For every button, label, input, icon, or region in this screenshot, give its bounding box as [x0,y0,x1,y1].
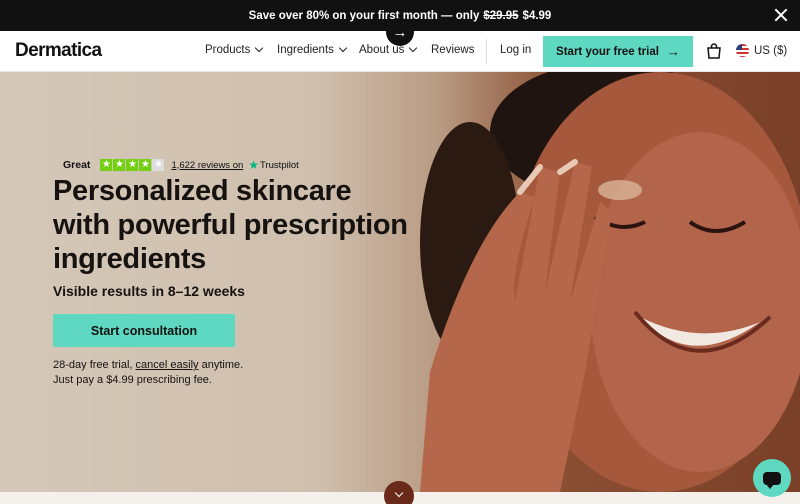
hero-section: Great ★ ★ ★ ★ ★ 1,622 reviews on ★ Trust… [0,72,800,492]
scroll-down-button[interactable] [384,481,414,504]
hero-portrait-image [420,72,800,492]
trial-fine-print: 28-day free trial, cancel easily anytime… [53,358,243,388]
chevron-down-icon [255,43,264,53]
nav-label: Ingredients [277,44,334,56]
chevron-down-icon [409,43,418,53]
chat-button[interactable] [753,459,791,497]
nav-reviews[interactable]: Reviews [431,44,474,56]
nav-about-us[interactable]: About us [359,43,418,56]
nav-divider [486,39,487,64]
login-link[interactable]: Log in [500,44,531,56]
trustpilot-star-icon: ★ [248,158,260,172]
arrow-right-icon: → [666,44,680,59]
cart-icon[interactable] [707,43,721,59]
star-icon: ★ [100,159,113,171]
close-icon[interactable] [774,8,788,22]
nav-ingredients[interactable]: Ingredients [277,43,348,56]
reviews-link[interactable]: 1,622 reviews on [171,160,243,171]
fine-text: 28-day free trial, [53,359,133,371]
cta-label: Start your free trial [556,45,659,58]
nav-label: Products [205,44,251,56]
nav-products[interactable]: Products [205,43,264,56]
rating-stars: ★ ★ ★ ★ ★ [100,159,165,171]
cta-label: Start consultation [90,323,198,338]
star-icon: ★ [139,159,152,171]
trustpilot-rating: Great ★ ★ ★ ★ ★ 1,622 reviews on ★ Trust… [63,158,299,172]
fine-text: anytime. [201,359,244,371]
cancel-easily-link[interactable]: cancel easily [136,359,199,371]
chat-icon [763,471,781,489]
hero-subhead: Visible results in 8–12 weeks [53,283,245,299]
arrow-right-icon[interactable]: → [386,18,414,46]
trustpilot-logo: ★ Trustpilot [248,158,298,172]
star-icon: ★ [113,159,126,171]
locale-label: US ($) [754,44,788,57]
fine-line-1: 28-day free trial, cancel easily anytime… [53,358,243,373]
trustpilot-label: Trustpilot [260,159,299,171]
promo-old-price: $29.95 [483,9,519,22]
start-consultation-button[interactable]: Start consultation [53,314,235,347]
logo[interactable]: Dermatica [15,40,102,62]
star-icon: ★ [126,159,139,171]
nav-label: Reviews [431,44,475,56]
promo-new-price: $4.99 [522,9,552,22]
hero-headline: Personalized skincare with powerful pres… [53,175,408,275]
promo-text: Save over 80% on your first month — only [248,9,480,22]
chevron-down-icon [394,488,404,498]
locale-selector[interactable]: US ($) [736,44,787,57]
chevron-down-icon [338,43,348,53]
rating-word: Great [63,159,91,171]
start-free-trial-button[interactable]: Start your free trial → [543,36,693,67]
fine-line-2: Just pay a $4.99 prescribing fee. [53,374,212,386]
us-flag-icon [736,44,749,57]
login-label: Log in [500,44,532,56]
star-icon: ★ [152,159,165,171]
